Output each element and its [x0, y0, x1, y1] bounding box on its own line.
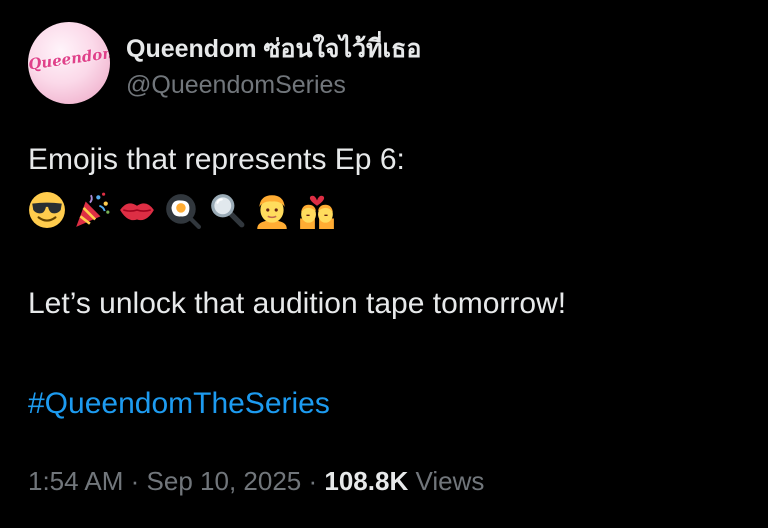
avatar[interactable]: Queendom — [28, 22, 110, 104]
tweet-meta: 1:54 AM · Sep 10, 2025 · 108.8K Views — [28, 466, 484, 497]
tweet-card: Queendom Queendom ซ่อนใจไว้ที่เธอ @Queen… — [0, 0, 768, 528]
hashtag-link[interactable]: #QueendomTheSeries — [28, 387, 330, 421]
tweet-time[interactable]: 1:54 AM — [28, 466, 123, 496]
meta-separator: · — [130, 466, 140, 496]
kiss-mark-icon — [120, 203, 154, 221]
cooking-egg-icon — [166, 194, 201, 229]
author-display-name[interactable]: Queendom ซ่อนใจไว้ที่เธอ — [126, 29, 421, 69]
kiss-couple-icon — [300, 195, 334, 229]
tweet-date[interactable]: Sep 10, 2025 — [147, 466, 302, 496]
tweet-text-line2: Let’s unlock that audition tape tomorrow… — [28, 287, 567, 320]
views-label: Views — [415, 466, 485, 496]
smiling-face-with-sunglasses-icon — [29, 192, 65, 228]
tweet-text-line1: Emojis that represents Ep 6: — [28, 143, 405, 176]
author-handle[interactable]: @QueendomSeries — [126, 71, 346, 100]
avatar-logo: Queendom — [28, 43, 110, 74]
meta-separator: · — [308, 466, 318, 496]
emoji-row — [28, 191, 343, 229]
magnifying-glass-icon — [211, 194, 245, 228]
person-blond-hair-icon — [257, 195, 287, 229]
party-popper-icon — [76, 192, 110, 227]
views-count: 108.8K — [324, 466, 409, 496]
